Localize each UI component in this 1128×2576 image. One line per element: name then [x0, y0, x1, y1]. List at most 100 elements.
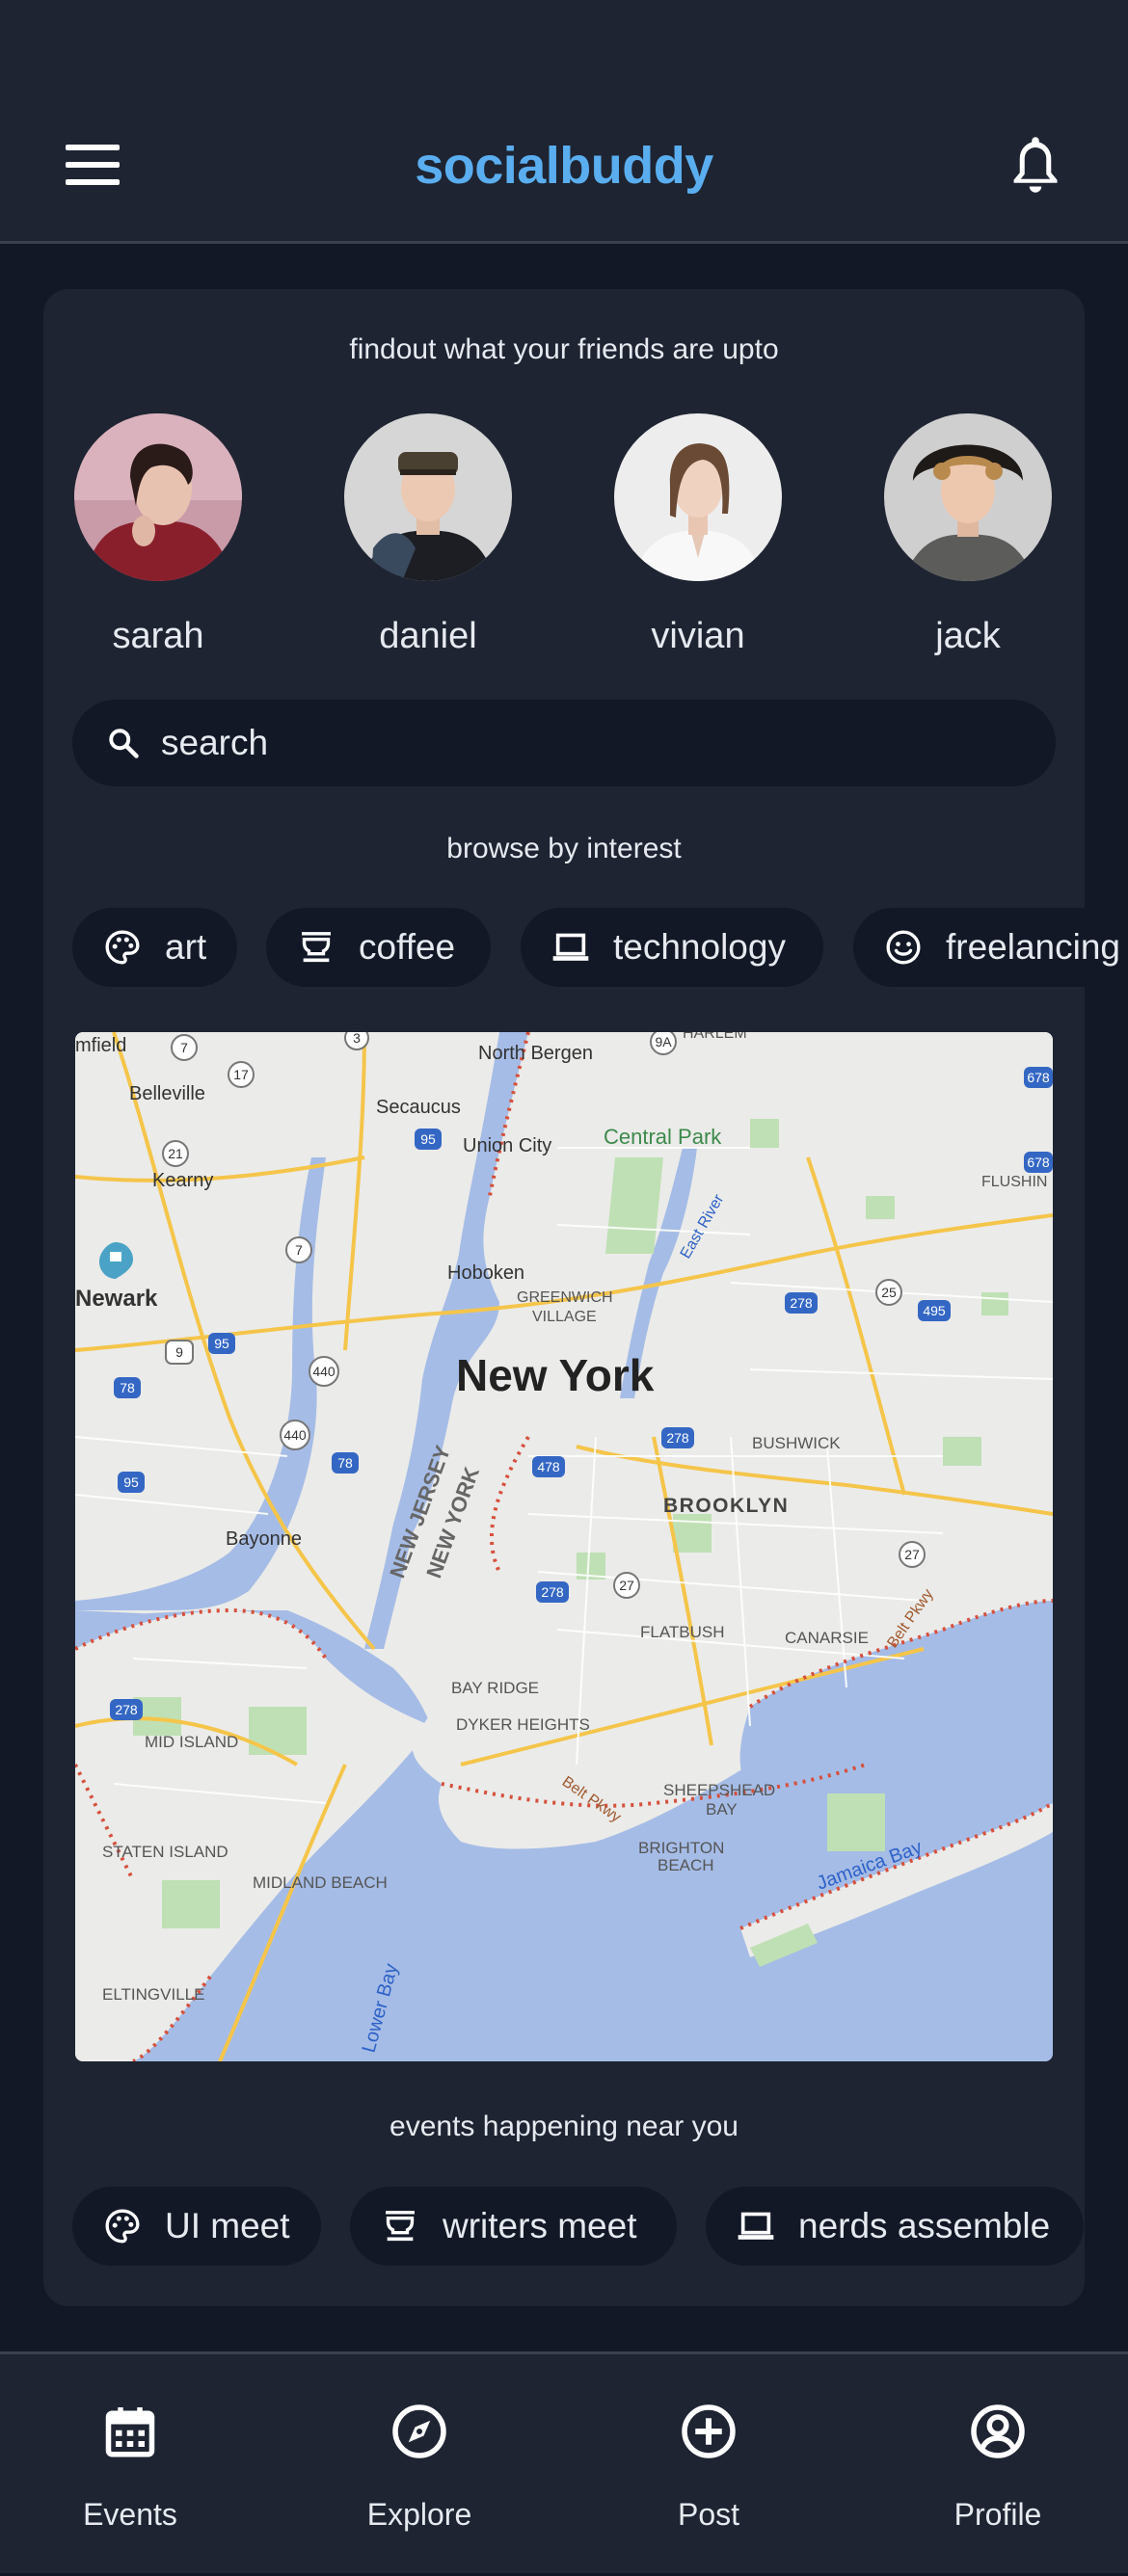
event-chip-ui-meet[interactable]: UI meet — [72, 2187, 321, 2266]
avatar[interactable] — [344, 413, 512, 581]
friend-name: daniel — [379, 616, 477, 656]
avatar[interactable] — [614, 413, 782, 581]
friend-name: vivian — [651, 616, 745, 656]
map-label: North Bergen — [478, 1043, 593, 1064]
map-label: Hoboken — [447, 1262, 524, 1284]
route-shield: 78 — [337, 1455, 353, 1471]
friend-sarah[interactable]: sarah — [62, 413, 255, 657]
interest-chip-art[interactable]: art — [72, 908, 237, 987]
route-shield: 678 — [1027, 1155, 1050, 1170]
friend-daniel[interactable]: daniel — [332, 413, 524, 657]
chip-label: UI meet — [165, 2206, 290, 2245]
map-label: Central Park — [604, 1125, 722, 1149]
event-chip-writers-meet[interactable]: writers meet — [350, 2187, 677, 2266]
search-input[interactable] — [161, 700, 1009, 786]
map-label: Kearny — [152, 1170, 213, 1191]
route-shield: 95 — [214, 1336, 229, 1351]
map-label: Bayonne — [226, 1528, 302, 1550]
route-shield: 278 — [790, 1295, 813, 1311]
nav-label: Explore — [366, 2497, 472, 2532]
laptop-icon — [552, 933, 589, 961]
friend-name: sarah — [112, 616, 204, 656]
nav-post[interactable]: Post — [593, 2354, 824, 2576]
search-icon — [109, 729, 139, 758]
interest-chip-technology[interactable]: technology — [521, 908, 823, 987]
search-bar[interactable] — [72, 700, 1056, 786]
route-shield: 495 — [923, 1303, 946, 1318]
map-label: mfield — [75, 1035, 126, 1056]
map-label: Secaucus — [376, 1097, 461, 1118]
map-label: BRIGHTON — [638, 1839, 724, 1857]
map-label: GREENWICH — [517, 1289, 613, 1306]
map-label: SHEEPSHEAD — [663, 1781, 775, 1799]
route-shield: 7 — [180, 1040, 188, 1055]
map-label: FLATBUSH — [640, 1623, 725, 1641]
map-label: BROOKLYN — [663, 1495, 789, 1517]
route-shield: 27 — [619, 1578, 634, 1593]
route-shield: 278 — [666, 1430, 689, 1446]
app-header: socialbuddy — [0, 0, 1128, 244]
map-label: MID ISLAND — [145, 1733, 238, 1751]
friends-caption: findout what your friends are upto — [349, 333, 779, 365]
route-shield: 278 — [541, 1584, 564, 1600]
route-shield: 440 — [312, 1364, 336, 1379]
map-label: MIDLAND BEACH — [253, 1873, 388, 1892]
user-circle-icon — [971, 2404, 1025, 2458]
map-label-new-york: New York — [456, 1350, 655, 1400]
map-label: HARLEM — [683, 1032, 747, 1042]
interest-chip-coffee[interactable]: coffee — [266, 908, 491, 987]
route-shield: 95 — [420, 1131, 436, 1147]
compass-icon — [392, 2404, 446, 2458]
route-shield: 27 — [904, 1547, 920, 1562]
palette-icon — [105, 930, 140, 965]
route-shield: 9A — [655, 1034, 672, 1049]
route-shield: 21 — [168, 1146, 183, 1161]
map-label: VILLAGE — [532, 1309, 597, 1325]
chip-label: writers meet — [443, 2206, 637, 2245]
nav-label: Post — [677, 2497, 740, 2532]
chip-label: freelancing — [946, 927, 1121, 967]
event-chip-nerds-assemble[interactable]: nerds assemble — [706, 2187, 1084, 2266]
bottom-navigation: Events Explore Post Profile — [0, 2351, 1128, 2573]
route-shield: 440 — [283, 1427, 307, 1443]
smiley-icon — [886, 930, 921, 965]
coffee-cup-icon — [302, 932, 331, 963]
map-label: BAY — [706, 1800, 738, 1819]
bell-icon[interactable] — [1007, 133, 1064, 197]
map-label: Belleville — [129, 1083, 205, 1104]
route-shield: 95 — [123, 1474, 139, 1490]
coffee-cup-icon — [386, 2211, 415, 2242]
nav-explore[interactable]: Explore — [304, 2354, 535, 2576]
avatar[interactable] — [884, 413, 1052, 581]
chip-label: coffee — [359, 927, 456, 967]
route-shield: 25 — [881, 1285, 897, 1300]
avatar[interactable] — [74, 413, 242, 581]
route-shield: 9 — [175, 1344, 183, 1360]
events-caption: events happening near you — [389, 2111, 739, 2142]
friend-vivian[interactable]: vivian — [602, 413, 794, 657]
route-shield: 7 — [295, 1242, 303, 1258]
route-shield: 278 — [115, 1702, 138, 1717]
interest-chip-freelancing[interactable]: freelancing — [853, 908, 1128, 987]
map-label: STATEN ISLAND — [102, 1843, 228, 1861]
chip-label: nerds assemble — [798, 2206, 1051, 2245]
interests-caption: browse by interest — [446, 833, 682, 864]
friend-jack[interactable]: jack — [872, 413, 1064, 657]
map-label: FLUSHIN — [981, 1174, 1047, 1190]
nav-label: Events — [83, 2497, 177, 2532]
nav-profile[interactable]: Profile — [882, 2354, 1114, 2576]
map-label: DYKER HEIGHTS — [456, 1715, 590, 1734]
map-label: Union City — [463, 1135, 551, 1156]
nav-events[interactable]: Events — [14, 2354, 246, 2576]
palette-icon — [105, 2209, 140, 2244]
friend-name: jack — [935, 616, 1001, 656]
nav-label: Profile — [953, 2497, 1042, 2532]
route-shield: 478 — [537, 1459, 560, 1474]
map-label: ELTINGVILLE — [102, 1985, 204, 2004]
map-label: BEACH — [658, 1856, 714, 1874]
laptop-icon — [738, 2212, 774, 2240]
events-map[interactable]: New York BROOKLYN BUSHWICK Hoboken GREEN… — [75, 1032, 1053, 2061]
plus-circle-icon — [682, 2404, 736, 2458]
route-shield: 3 — [353, 1032, 361, 1046]
map-label: Newark — [75, 1286, 158, 1312]
